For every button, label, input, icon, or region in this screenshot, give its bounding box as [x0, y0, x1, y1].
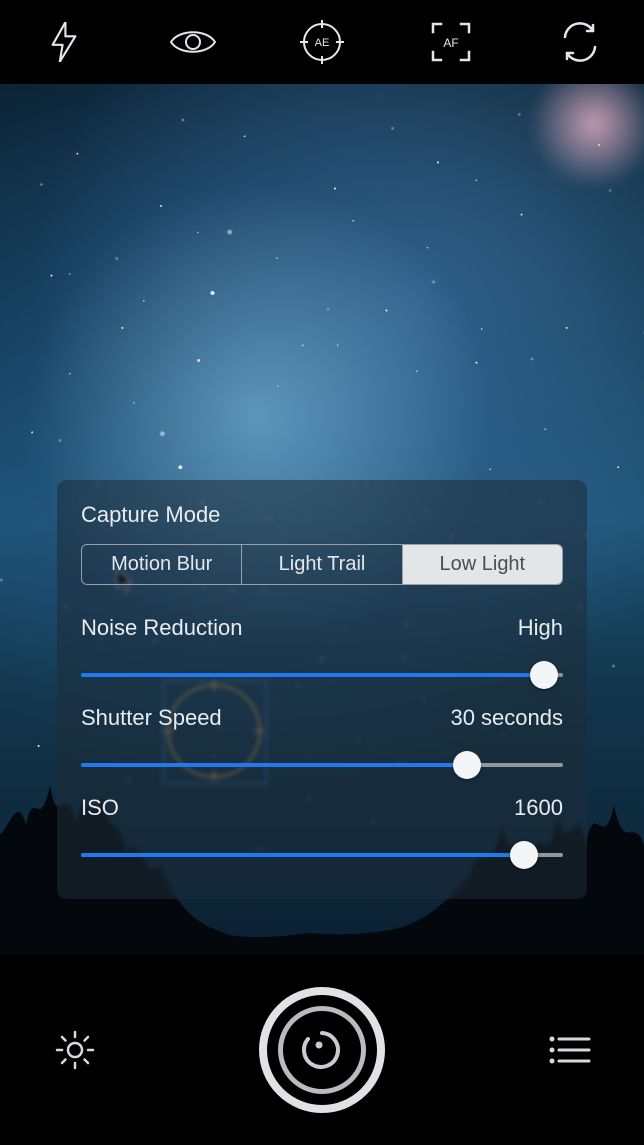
noise-reduction-value: High — [518, 615, 563, 641]
timer-shutter-icon — [299, 1027, 345, 1073]
iso-slider[interactable] — [81, 843, 563, 867]
af-frame-icon[interactable]: AF — [427, 18, 475, 66]
capture-mode-segmented: Motion Blur Light Trail Low Light — [81, 544, 563, 585]
shutter-speed-value: 30 seconds — [450, 705, 563, 731]
panel-title: Capture Mode — [81, 502, 563, 528]
bottom-toolbar — [0, 955, 644, 1145]
top-toolbar: AE AF — [0, 0, 644, 84]
list-icon[interactable] — [544, 1025, 594, 1075]
segment-motion-blur[interactable]: Motion Blur — [82, 545, 242, 584]
noise-reduction-slider[interactable] — [81, 663, 563, 687]
af-label: AF — [443, 36, 458, 50]
segment-low-light[interactable]: Low Light — [403, 545, 562, 584]
iso-label: ISO — [81, 795, 119, 821]
shutter-button[interactable] — [259, 987, 385, 1113]
row-iso: ISO 1600 — [81, 795, 563, 867]
swap-camera-icon[interactable] — [556, 18, 604, 66]
shutter-speed-label: Shutter Speed — [81, 705, 222, 731]
ae-reticle-icon[interactable]: AE — [298, 18, 346, 66]
eye-icon[interactable] — [169, 18, 217, 66]
gear-icon[interactable] — [50, 1025, 100, 1075]
capture-settings-panel: Capture Mode Motion Blur Light Trail Low… — [57, 480, 587, 899]
lens-flare-decoration — [524, 84, 644, 184]
flash-icon[interactable] — [40, 18, 88, 66]
shutter-speed-slider[interactable] — [81, 753, 563, 777]
row-shutter-speed: Shutter Speed 30 seconds — [81, 705, 563, 777]
ae-label: AE — [315, 37, 330, 49]
iso-value: 1600 — [514, 795, 563, 821]
segment-light-trail[interactable]: Light Trail — [242, 545, 402, 584]
row-noise-reduction: Noise Reduction High — [81, 615, 563, 687]
noise-reduction-label: Noise Reduction — [81, 615, 242, 641]
